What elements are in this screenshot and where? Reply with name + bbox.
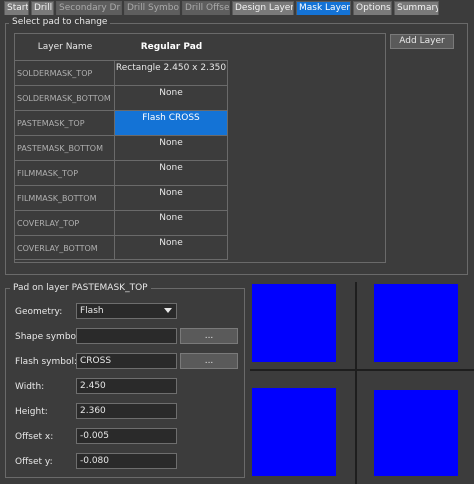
tab-options[interactable]: Options: [353, 1, 392, 15]
column-header-regular-pad: Regular Pad: [140, 42, 203, 52]
tab-drill-offset[interactable]: Drill Offset: [182, 1, 230, 15]
tab-drill-symbol[interactable]: Drill Symbol: [124, 1, 180, 15]
geometry-select-value: Flash: [80, 306, 104, 316]
add-layer-button[interactable]: Add Layer: [390, 34, 454, 49]
table-row[interactable]: PASTEMASK_BOTTOM None: [15, 135, 387, 160]
table-row[interactable]: FILMMASK_TOP None: [15, 160, 387, 185]
row-regular-pad-cell[interactable]: None: [115, 85, 228, 110]
shape-symbol-field[interactable]: [76, 328, 177, 344]
row-regular-pad-cell[interactable]: None: [115, 210, 228, 235]
row-layer-name: FILMMASK_TOP: [15, 160, 115, 185]
row-regular-pad-cell[interactable]: None: [115, 235, 228, 260]
pad-properties-group-title: Pad on layer PASTEMASK_TOP: [10, 283, 151, 294]
row-regular-pad-cell[interactable]: None: [115, 185, 228, 210]
height-label: Height:: [15, 407, 48, 417]
offset-x-label: Offset x:: [15, 432, 54, 442]
width-field[interactable]: 2.450: [76, 378, 177, 394]
column-header-layer-name: Layer Name: [37, 42, 93, 52]
tab-drill[interactable]: Drill: [31, 1, 54, 15]
tab-mask-layers[interactable]: Mask Layers: [296, 1, 351, 15]
offset-y-field[interactable]: -0.080: [76, 453, 177, 469]
row-layer-name: COVERLAY_TOP: [15, 210, 115, 235]
shape-symbol-browse-button[interactable]: ...: [180, 328, 238, 344]
row-layer-name: SOLDERMASK_TOP: [15, 60, 115, 85]
table-row[interactable]: FILMMASK_BOTTOM None: [15, 185, 387, 210]
table-row[interactable]: SOLDERMASK_TOP Rectangle 2.450 x 2.350: [15, 60, 387, 85]
pad-preview-quadrant-bottom-left: [252, 388, 336, 476]
tab-secondary-drill[interactable]: Secondary Drill: [56, 1, 122, 15]
row-layer-name: SOLDERMASK_BOTTOM: [15, 85, 115, 110]
pad-preview-quadrant-bottom-right: [374, 390, 458, 476]
flash-symbol-browse-button[interactable]: ...: [180, 353, 238, 369]
shape-symbol-label: Shape symbol:: [15, 332, 82, 342]
geometry-label: Geometry:: [15, 307, 63, 317]
row-regular-pad-cell-selected[interactable]: Flash CROSS: [115, 110, 228, 135]
height-field[interactable]: 2.360: [76, 403, 177, 419]
tab-summary[interactable]: Summary: [394, 1, 439, 15]
table-row[interactable]: COVERLAY_TOP None: [15, 210, 387, 235]
row-regular-pad-cell[interactable]: None: [115, 135, 228, 160]
tab-start[interactable]: Start: [4, 1, 29, 15]
select-pad-group-title: Select pad to change: [9, 17, 111, 28]
width-label: Width:: [15, 382, 45, 392]
pad-preview-crosshair-vertical: [355, 282, 357, 484]
table-row[interactable]: COVERLAY_BOTTOM None: [15, 235, 387, 260]
offset-y-label: Offset y:: [15, 457, 53, 467]
geometry-select[interactable]: Flash: [76, 303, 177, 319]
table-row[interactable]: PASTEMASK_TOP Flash CROSS: [15, 110, 387, 135]
pad-preview-crosshair-horizontal: [250, 369, 474, 371]
flash-symbol-label: Flash symbol:: [15, 357, 77, 367]
pad-preview-quadrant-top-right: [374, 284, 458, 362]
tab-bar: Start Drill Secondary Drill Drill Symbol…: [0, 0, 474, 16]
row-regular-pad-cell[interactable]: None: [115, 160, 228, 185]
offset-x-field[interactable]: -0.005: [76, 428, 177, 444]
flash-symbol-field[interactable]: CROSS: [76, 353, 177, 369]
row-layer-name: PASTEMASK_BOTTOM: [15, 135, 115, 160]
row-regular-pad-cell[interactable]: Rectangle 2.450 x 2.350: [115, 60, 228, 85]
row-layer-name: COVERLAY_BOTTOM: [15, 235, 115, 260]
row-layer-name: FILMMASK_BOTTOM: [15, 185, 115, 210]
pad-preview-quadrant-top-left: [252, 284, 336, 362]
chevron-down-icon: [164, 308, 172, 313]
tab-design-layers[interactable]: Design Layers: [232, 1, 294, 15]
table-row[interactable]: SOLDERMASK_BOTTOM None: [15, 85, 387, 110]
mask-layers-table: Layer Name Regular Pad SOLDERMASK_TOP Re…: [14, 33, 386, 263]
row-layer-name: PASTEMASK_TOP: [15, 110, 115, 135]
